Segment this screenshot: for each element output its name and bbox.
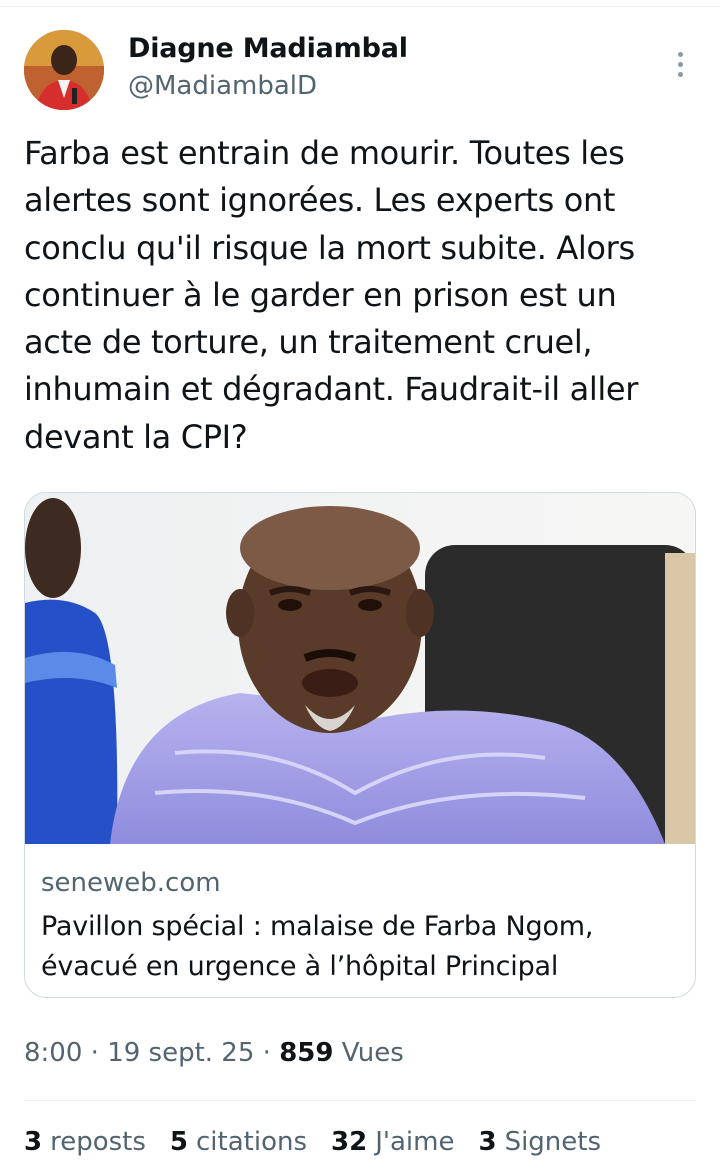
meta-separator: · bbox=[254, 1038, 280, 1068]
likes-count: 32 bbox=[331, 1127, 368, 1157]
reposts-count: 3 bbox=[24, 1127, 43, 1157]
meta-separator: · bbox=[82, 1038, 108, 1068]
link-domain: seneweb.com bbox=[41, 868, 221, 898]
tweet-date[interactable]: 19 sept. 25 bbox=[107, 1038, 254, 1068]
reposts-label: reposts bbox=[50, 1127, 146, 1157]
tweet-text-line: inhumain et dégradant. Faudrait-il aller bbox=[24, 370, 639, 409]
tweet-text-line: Farba est entrain de mourir. Toutes les bbox=[24, 134, 625, 172]
link-title-line: évacué en urgence à l’hôpital Principal bbox=[41, 951, 559, 982]
views-count: 859 bbox=[279, 1038, 334, 1068]
bookmarks-stat[interactable]: 3 Signets bbox=[478, 1127, 601, 1157]
quotes-count: 5 bbox=[169, 1127, 188, 1157]
avatar-image bbox=[24, 30, 104, 110]
link-preview-image[interactable] bbox=[25, 493, 695, 844]
views-label-space bbox=[333, 1038, 341, 1068]
author-handle[interactable]: @MadiambalD bbox=[128, 71, 317, 101]
more-options-button[interactable] bbox=[664, 46, 696, 82]
top-divider bbox=[0, 6, 720, 7]
tweet-time[interactable]: 8:00 bbox=[24, 1038, 82, 1068]
link-title-line: Pavillon spécial : malaise de Farba Ngom… bbox=[41, 911, 594, 942]
tweet-text-line: alertes sont ignorées. Les experts ont bbox=[24, 181, 616, 220]
views-label: Vues bbox=[341, 1038, 404, 1068]
tweet-text-line: conclu qu'il risque la mort subite. Alor… bbox=[24, 228, 635, 267]
quotes-label: citations bbox=[196, 1127, 307, 1157]
stats-divider bbox=[24, 1100, 696, 1101]
quotes-stat[interactable]: 5 citations bbox=[170, 1127, 307, 1157]
more-vertical-icon-dot bbox=[677, 61, 683, 67]
link-title: Pavillon spécial : malaise de Farba Ngom… bbox=[41, 907, 681, 987]
tweet-text: Farba est entrain de mourir. Toutes les … bbox=[24, 130, 696, 461]
likes-label: J'aime bbox=[375, 1127, 455, 1157]
tweet-meta: 8:00 · 19 sept. 25 · 859 Vues bbox=[24, 1038, 404, 1068]
avatar[interactable] bbox=[24, 30, 104, 110]
tweet-text-line: continuer à le garder en prison est un bbox=[24, 275, 617, 314]
likes-stat[interactable]: 32 J'aime bbox=[331, 1127, 454, 1157]
more-vertical-icon bbox=[677, 51, 683, 57]
reposts-stat[interactable]: 3 reposts bbox=[24, 1127, 146, 1157]
link-preview-card[interactable]: seneweb.com Pavillon spécial : malaise d… bbox=[24, 492, 696, 998]
more-vertical-icon-dot bbox=[677, 71, 683, 77]
author-name[interactable]: Diagne Madiambal bbox=[128, 33, 408, 64]
tweet-text-line: acte de torture, un traitement cruel, bbox=[24, 323, 593, 362]
bookmarks-count: 3 bbox=[478, 1127, 497, 1157]
tweet-text-line: devant la CPI? bbox=[24, 417, 248, 456]
bookmarks-label: Signets bbox=[504, 1127, 602, 1157]
engagement-stats: 3 reposts 5 citations 32 J'aime 3 Signets bbox=[24, 1127, 601, 1157]
